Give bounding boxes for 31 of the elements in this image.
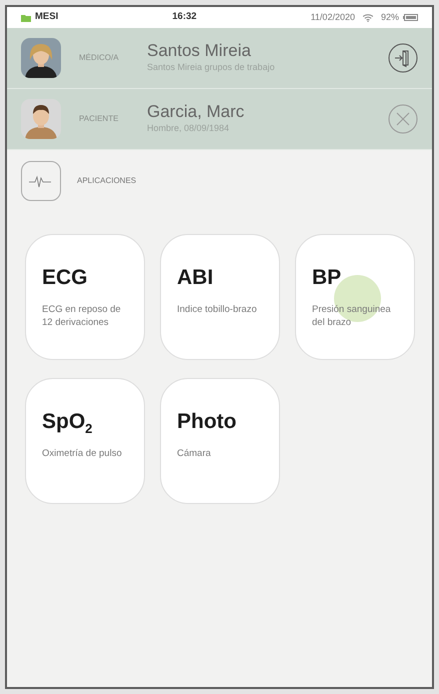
app-title: Photo [177, 411, 238, 432]
person-name: Garcia, Marc [147, 102, 246, 122]
logout-button[interactable] [388, 43, 418, 73]
wifi-icon [362, 14, 373, 22]
role-label: MÉDICO/A [79, 53, 119, 62]
battery-percent: 92% [380, 10, 399, 24]
app-tile[interactable]: ECG ECG en reposo de 12 derivaciones [25, 234, 145, 360]
app-tile[interactable]: BP Presión sanguinea del brazo [295, 234, 415, 360]
avatar-silhouette [21, 38, 61, 78]
battery-icon [403, 14, 418, 21]
app-title: ABI [177, 267, 214, 288]
app-description: Oximetría de pulso [42, 448, 123, 461]
role-label: PACIENTE [79, 114, 118, 123]
app-tile[interactable]: ABI Indice tobillo-brazo [160, 234, 280, 360]
brand-name: MESI [35, 10, 58, 24]
app-description: Presión sanguinea del brazo [312, 304, 392, 330]
app-description: ECG en reposo de 12 derivaciones [42, 304, 122, 330]
section-title: APLICACIONES [76, 175, 136, 187]
app-title: SpO$_{2}$ [42, 411, 94, 432]
person-name: Santos Mireia [147, 42, 252, 61]
date-text: 11/02/2020 [310, 10, 355, 24]
app-description: Cámara [177, 448, 212, 461]
app-title: BP [312, 267, 342, 288]
avatar-silhouette [21, 99, 61, 139]
app-tile[interactable]: Photo Cámara [160, 378, 280, 504]
folder-icon [21, 14, 31, 22]
clock: 16:32 [172, 11, 197, 22]
pulse-icon [21, 161, 61, 201]
app-tile[interactable]: SpO$_{2}$ Oximetría de pulso [25, 378, 145, 504]
app-title: ECG [42, 267, 89, 288]
app-description: Indice tobillo-brazo [177, 304, 258, 317]
